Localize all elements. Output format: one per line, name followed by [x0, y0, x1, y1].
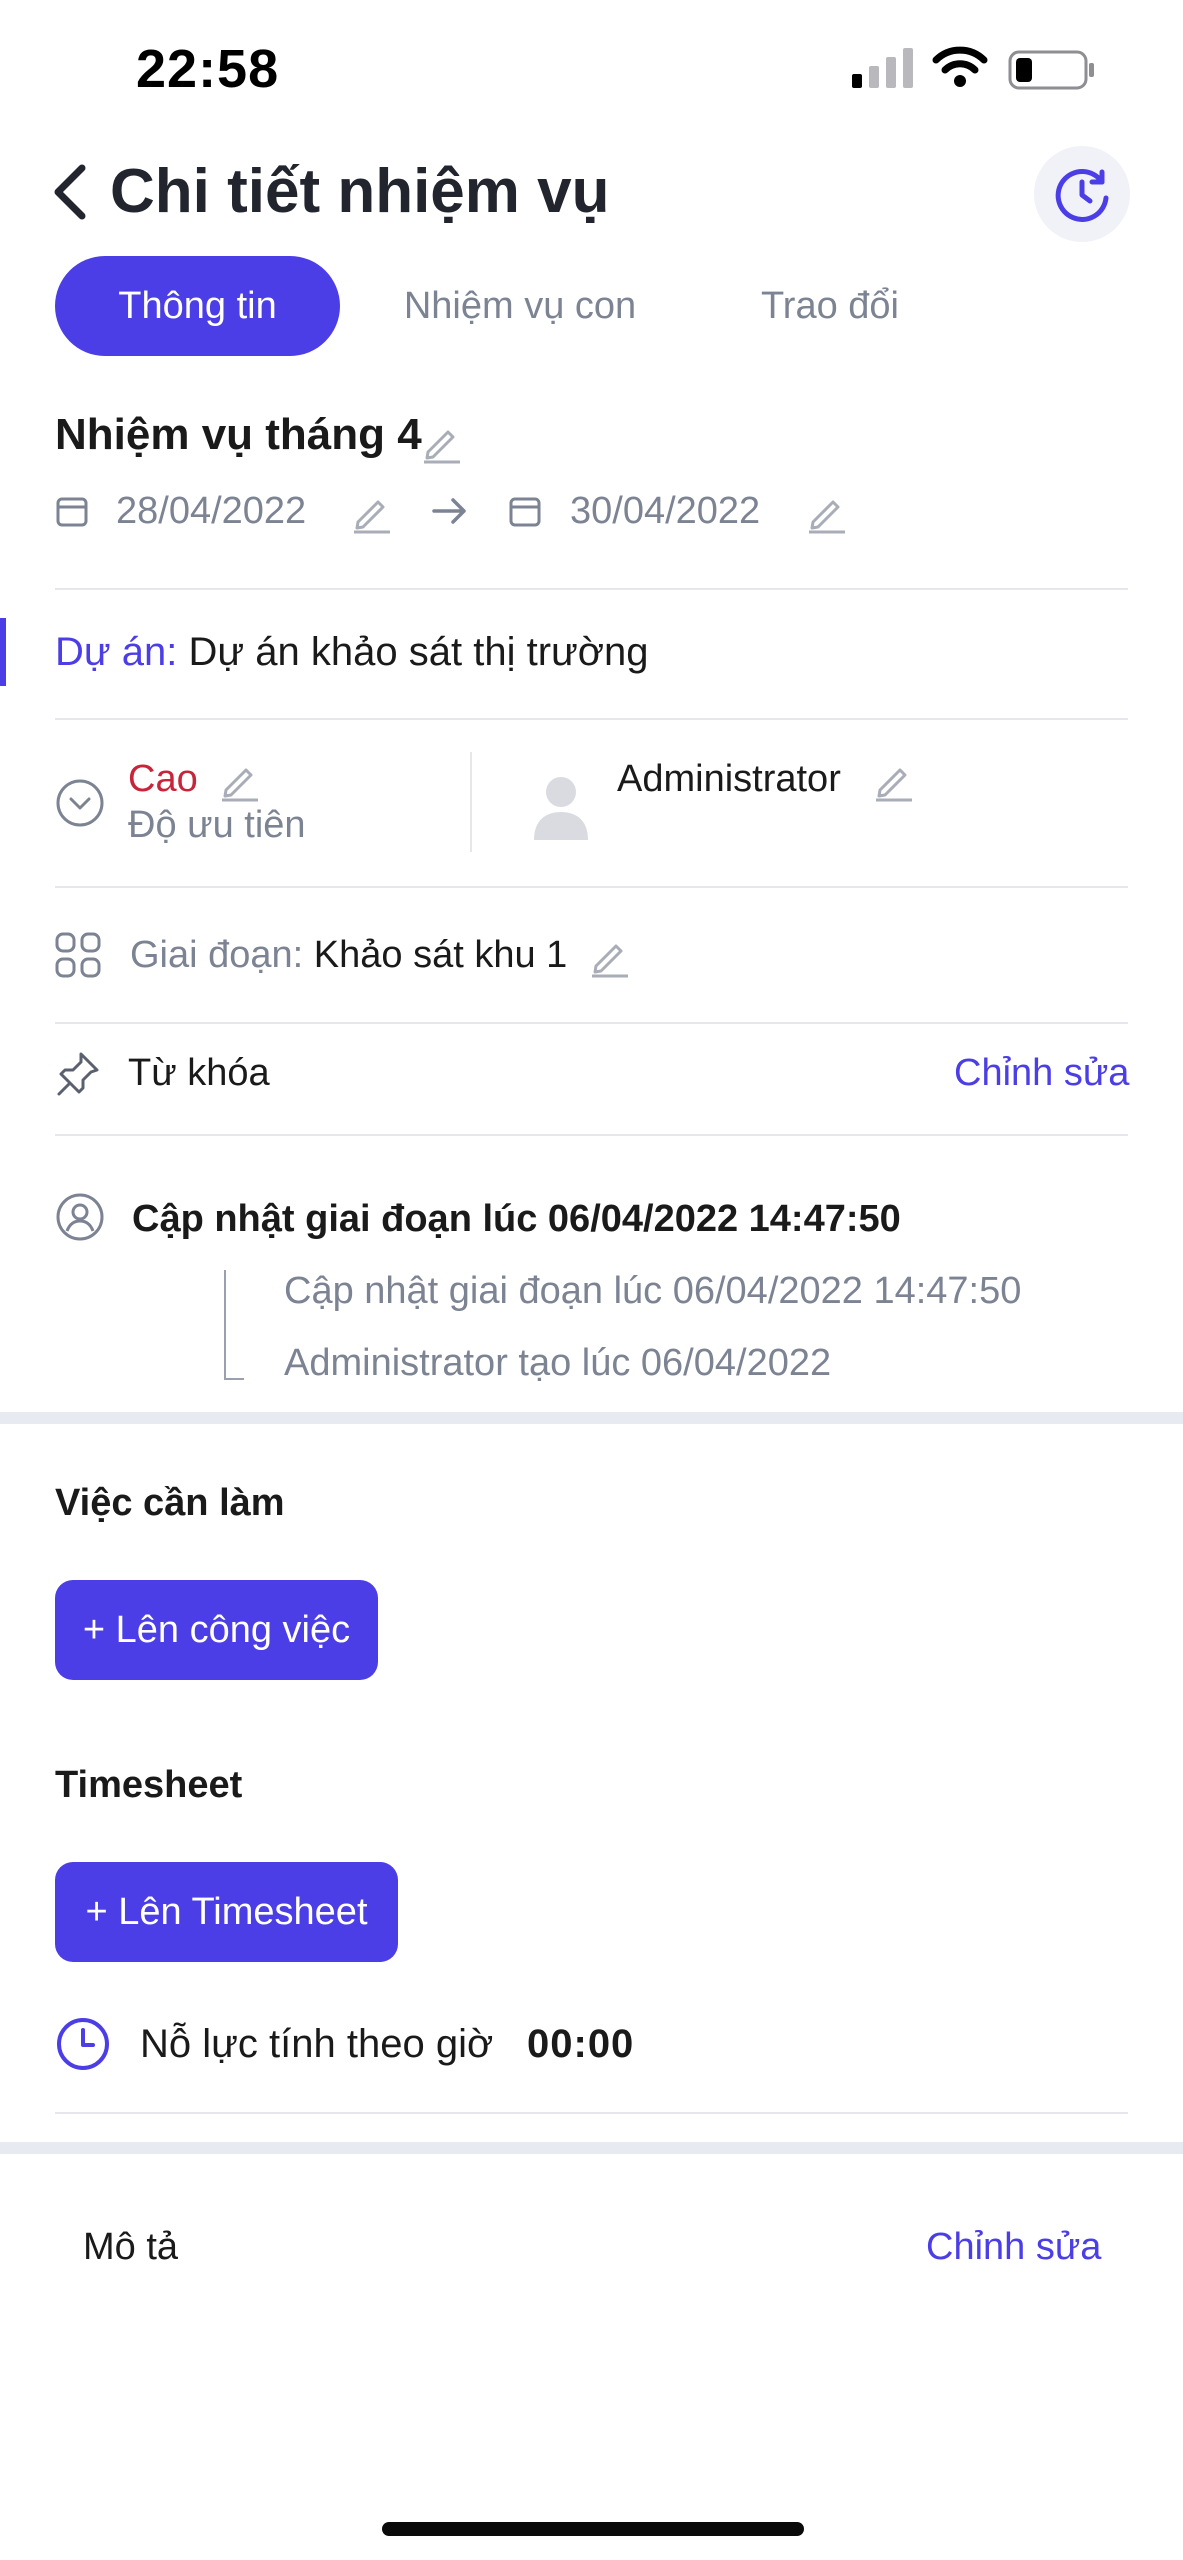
grid-icon — [55, 932, 101, 978]
calendar-icon — [509, 497, 541, 527]
stage-row: Giai đoạn: Khảo sát khu 1 — [130, 934, 567, 977]
tab-discussion[interactable]: Trao đổi — [720, 256, 940, 356]
pin-icon — [57, 1052, 99, 1096]
divider — [55, 886, 1128, 888]
divider — [55, 1134, 1128, 1136]
assignee-name[interactable]: Administrator — [617, 758, 841, 801]
tab-subtasks[interactable]: Nhiệm vụ con — [370, 256, 670, 356]
vertical-separator — [470, 752, 472, 852]
back-chevron-icon[interactable] — [50, 160, 90, 224]
project-value: Dự án khảo sát thị trường — [188, 630, 649, 674]
log-tree-line — [224, 1270, 244, 1380]
log-item: Cập nhật giai đoạn lúc 06/04/2022 14:47:… — [284, 1270, 1022, 1312]
battery-icon — [1008, 50, 1094, 90]
log-title: Cập nhật giai đoạn lúc 06/04/2022 14:47:… — [132, 1198, 901, 1240]
effort-label: Nỗ lực tính theo giờ — [140, 2022, 494, 2066]
project-accent-bar — [0, 618, 6, 686]
history-clock-icon — [1055, 168, 1109, 222]
end-date[interactable]: 30/04/2022 — [570, 490, 760, 533]
tab-info[interactable]: Thông tin — [55, 256, 340, 356]
edit-stage-pencil-icon[interactable] — [588, 934, 632, 978]
timesheet-section-title: Timesheet — [55, 1764, 243, 1806]
keywords-label: Từ khóa — [128, 1052, 270, 1094]
edit-start-date-pencil-icon[interactable] — [350, 490, 394, 534]
log-item: Administrator tạo lúc 06/04/2022 — [284, 1342, 832, 1384]
history-button[interactable] — [1034, 146, 1130, 242]
cellular-signal-icon — [852, 48, 913, 88]
section-divider — [0, 1412, 1183, 1424]
project-row: Dự án: Dự án khảo sát thị trường — [55, 630, 649, 675]
calendar-icon — [56, 497, 88, 527]
user-avatar-icon — [534, 777, 588, 840]
arrow-right-icon — [432, 498, 466, 524]
edit-priority-pencil-icon[interactable] — [218, 758, 262, 802]
edit-assignee-pencil-icon[interactable] — [872, 758, 916, 802]
divider — [55, 718, 1128, 720]
priority-label: Độ ưu tiên — [128, 804, 306, 846]
status-time: 22:58 — [136, 39, 280, 99]
chevron-circle-icon — [56, 779, 104, 827]
description-label: Mô tả — [83, 2226, 179, 2268]
description-edit-link[interactable]: Chỉnh sửa — [926, 2226, 1101, 2269]
divider — [55, 588, 1128, 590]
edit-end-date-pencil-icon[interactable] — [805, 490, 849, 534]
edit-name-pencil-icon[interactable] — [420, 420, 464, 464]
user-circle-icon — [56, 1193, 104, 1241]
project-label: Dự án: — [55, 630, 178, 674]
wifi-icon — [932, 46, 988, 87]
start-date[interactable]: 28/04/2022 — [116, 490, 306, 533]
add-timesheet-button[interactable]: + Lên Timesheet — [55, 1862, 398, 1962]
todo-section-title: Việc cần làm — [55, 1482, 285, 1524]
home-indicator[interactable] — [382, 2522, 804, 2536]
divider — [55, 2112, 1128, 2114]
task-name: Nhiệm vụ tháng 4 — [55, 410, 422, 459]
keywords-edit-link[interactable]: Chỉnh sửa — [954, 1052, 1129, 1095]
stage-label: Giai đoạn: — [130, 934, 304, 976]
section-divider — [0, 2142, 1183, 2154]
effort-value: 00:00 — [527, 2022, 635, 2066]
priority-value[interactable]: Cao — [128, 758, 198, 801]
divider — [55, 1022, 1128, 1024]
clock-icon — [57, 2018, 109, 2070]
stage-value[interactable]: Khảo sát khu 1 — [314, 934, 568, 976]
add-todo-button[interactable]: + Lên công việc — [55, 1580, 378, 1680]
page-title: Chi tiết nhiệm vụ — [110, 157, 610, 226]
